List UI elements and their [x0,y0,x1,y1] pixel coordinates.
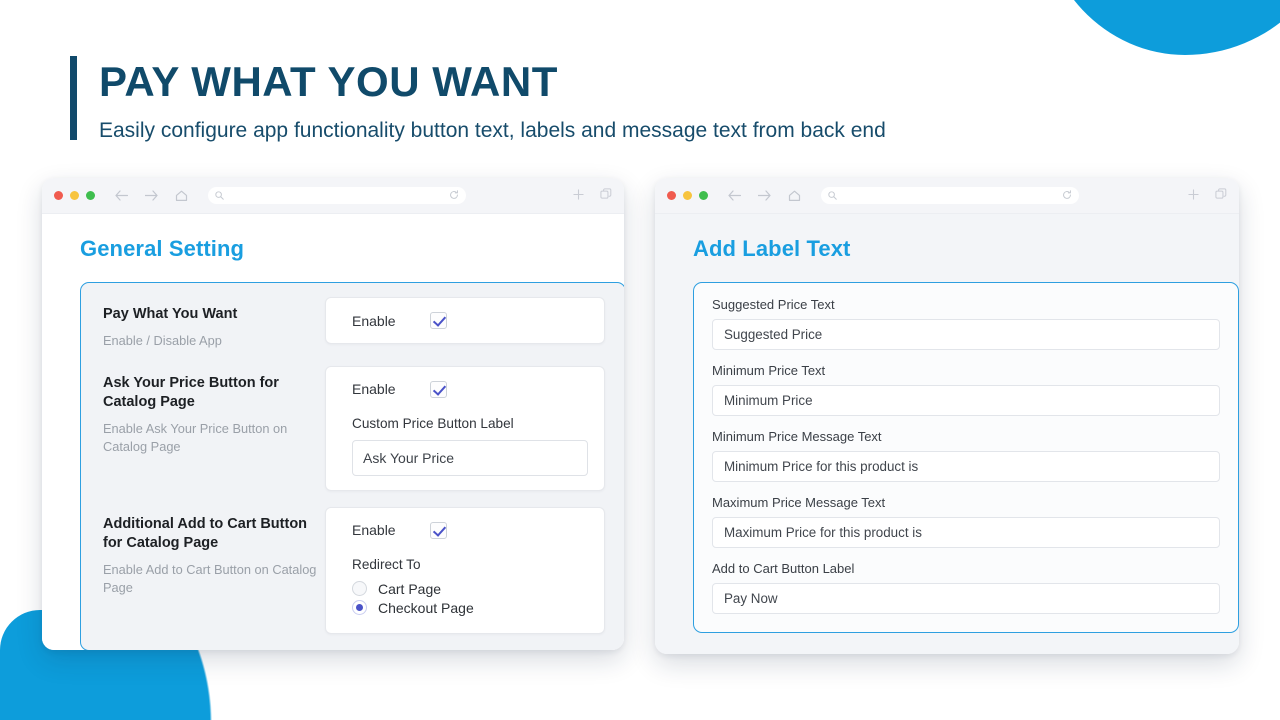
browser-chrome-right [655,178,1239,214]
radio-checkout-page[interactable] [352,600,367,616]
screenshot-stage: PAY WHAT YOU WANT Easily configure app f… [0,0,1280,720]
radio-label: Cart Page [378,580,442,597]
search-icon [828,187,837,205]
new-tab-plus-icon[interactable] [573,187,584,205]
close-red-dot-icon[interactable] [667,191,676,200]
forward-arrow-icon[interactable] [758,190,771,201]
setting-control-block: Enable Redirect To Cart Page Checkout Pa… [325,506,605,634]
custom-price-button-label-label: Custom Price Button Label [352,415,514,431]
enable-label: Enable [352,381,396,398]
setting-row-additional-add-to-cart: Additional Add to Cart Button for Catalo… [103,506,605,634]
search-icon [215,187,224,205]
hero-accent-bar [70,56,77,140]
radio-label: Checkout Page [378,599,474,616]
enable-label: Enable [352,312,396,329]
hero-text-block: PAY WHAT YOU WANT Easily configure app f… [99,56,886,143]
enable-checkbox-add-to-cart[interactable] [429,521,447,539]
left-window-body: General Setting Pay What You Want Enable… [42,214,624,650]
browser-window-general-setting: General Setting Pay What You Want Enable… [42,178,624,650]
address-bar-left[interactable] [208,187,466,204]
ask-your-price-control-card: Enable Custom Price Button Label Ask You… [325,365,605,491]
hero-header: PAY WHAT YOU WANT Easily configure app f… [70,56,886,143]
close-red-dot-icon[interactable] [54,191,63,200]
copy-tabs-icon[interactable] [1215,187,1227,205]
add-to-cart-control-card: Enable Redirect To Cart Page Checkout Pa… [325,506,605,634]
setting-row-ask-your-price: Ask Your Price Button for Catalog Page E… [103,365,605,491]
traffic-lights-left [54,191,95,200]
page-subtitle: Easily configure app functionality butto… [99,119,886,143]
general-setting-title: General Setting [80,236,245,261]
reload-icon[interactable] [449,187,459,205]
setting-name: Pay What You Want [103,306,238,322]
setting-label-block: Pay What You Want Enable / Disable App [103,297,325,350]
chrome-right-icons-left [573,187,612,205]
enable-checkbox-pay-what-you-want[interactable] [429,312,447,329]
decorative-blue-shape-top-right [1040,0,1280,55]
nav-buttons-right [728,190,801,202]
maximize-green-dot-icon[interactable] [86,191,95,200]
custom-price-button-label-input[interactable]: Ask Your Price [352,439,588,476]
new-tab-plus-icon[interactable] [1188,187,1199,205]
nav-buttons-left [115,190,188,202]
radio-cart-page[interactable] [352,581,367,597]
minimum-price-message-text-input[interactable]: Minimum Price for this product is [712,451,1220,482]
address-bar-right[interactable] [821,187,1079,204]
setting-control-block: Enable [325,297,605,350]
suggested-price-text-label: Suggested Price Text [712,297,835,312]
add-label-text-card: Suggested Price Text Suggested Price Min… [693,282,1239,633]
general-setting-card: Pay What You Want Enable / Disable App E… [80,282,624,650]
setting-name: Ask Your Price Button for Catalog Page [103,374,279,411]
add-label-text-title: Add Label Text [693,236,851,261]
chrome-right-icons-right [1188,187,1227,205]
minimum-price-text-input[interactable]: Minimum Price [712,385,1220,416]
browser-chrome-left [42,178,624,214]
setting-row-pay-what-you-want: Pay What You Want Enable / Disable App E… [103,297,605,350]
redirect-to-radio-group: Cart Page Checkout Page [352,581,588,616]
maximum-price-message-text-label: Maximum Price Message Text [712,495,886,510]
add-to-cart-button-label-input[interactable]: Pay Now [712,583,1220,614]
setting-control-block: Enable Custom Price Button Label Ask You… [325,365,605,491]
suggested-price-text-input[interactable]: Suggested Price [712,319,1220,350]
forward-arrow-icon[interactable] [145,190,158,201]
setting-description: Enable Ask Your Price Button on Catalog … [103,420,288,454]
home-icon[interactable] [175,190,188,202]
setting-description: Enable Add to Cart Button on Catalog Pag… [103,561,317,595]
traffic-lights-right [667,191,708,200]
browser-window-add-label-text: Add Label Text Suggested Price Text Sugg… [655,178,1239,654]
redirect-to-label: Redirect To [352,556,421,572]
right-window-body: Add Label Text Suggested Price Text Sugg… [655,214,1239,654]
enable-label: Enable [352,522,396,539]
setting-description: Enable / Disable App [103,332,222,348]
minimum-price-message-text-label: Minimum Price Message Text [712,429,882,444]
minimum-price-text-label: Minimum Price Text [712,363,826,378]
minimize-yellow-dot-icon[interactable] [70,191,79,200]
back-arrow-icon[interactable] [728,190,741,201]
reload-icon[interactable] [1062,187,1072,205]
back-arrow-icon[interactable] [115,190,128,201]
add-to-cart-button-label-label: Add to Cart Button Label [712,561,855,576]
minimize-yellow-dot-icon[interactable] [683,191,692,200]
maximize-green-dot-icon[interactable] [699,191,708,200]
enable-control-card: Enable [325,297,605,344]
radio-option-cart-page[interactable]: Cart Page [352,581,588,597]
radio-option-checkout-page[interactable]: Checkout Page [352,600,588,616]
setting-name: Additional Add to Cart Button for Catalo… [103,515,308,552]
setting-label-block: Ask Your Price Button for Catalog Page E… [103,366,325,491]
setting-label-block: Additional Add to Cart Button for Catalo… [103,507,325,634]
page-title: PAY WHAT YOU WANT [99,58,558,105]
maximum-price-message-text-input[interactable]: Maximum Price for this product is [712,517,1220,548]
copy-tabs-icon[interactable] [600,187,612,205]
home-icon[interactable] [788,190,801,202]
enable-checkbox-ask-your-price[interactable] [429,380,447,398]
